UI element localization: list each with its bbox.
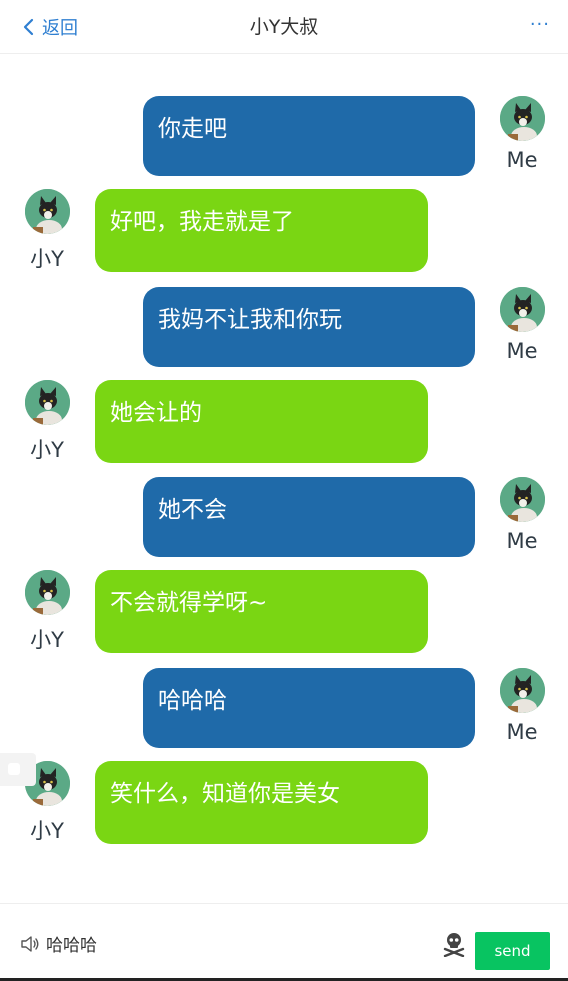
message-bubble: 不会就得学呀~ xyxy=(95,570,428,653)
sender-name: Me xyxy=(506,529,538,553)
message-bubble: 你走吧 xyxy=(143,96,475,176)
cat-avatar-icon xyxy=(500,96,545,141)
sender-name: 小Y xyxy=(30,438,64,462)
sender-name: 小Y xyxy=(30,628,64,652)
avatar[interactable] xyxy=(500,668,545,713)
message-bubble: 哈哈哈 xyxy=(143,668,475,748)
cat-avatar-icon xyxy=(25,380,70,425)
sender-name: Me xyxy=(506,720,538,744)
message-bubble: 她不会 xyxy=(143,477,475,557)
voice-toggle[interactable]: 哈哈哈 xyxy=(20,931,97,956)
input-bar: 哈哈哈 send xyxy=(0,903,568,981)
avatar[interactable] xyxy=(500,477,545,522)
side-drawer-handle[interactable] xyxy=(0,753,36,786)
avatar[interactable] xyxy=(25,189,70,234)
cat-avatar-icon xyxy=(500,668,545,713)
cat-avatar-icon xyxy=(25,570,70,615)
sender-name: Me xyxy=(506,148,538,172)
message-bubble: 笑什么，知道你是美女 xyxy=(95,761,428,844)
message-bubble: 她会让的 xyxy=(95,380,428,463)
more-button[interactable]: ··· xyxy=(530,14,550,35)
cat-avatar-icon xyxy=(500,287,545,332)
sender-name: 小Y xyxy=(30,247,64,271)
message-list[interactable]: 你走吧 Me 小Y 好吧，我走就是了 我妈不让我和你玩 Me 小Y 她会让的 她… xyxy=(0,54,568,902)
avatar[interactable] xyxy=(500,287,545,332)
chat-title: 小Y大叔 xyxy=(249,16,319,38)
avatar[interactable] xyxy=(25,380,70,425)
cat-avatar-icon xyxy=(25,189,70,234)
cat-avatar-icon xyxy=(500,477,545,522)
handle-square xyxy=(8,763,20,775)
avatar[interactable] xyxy=(500,96,545,141)
skull-crossbones-icon xyxy=(443,933,465,958)
emoji-button[interactable] xyxy=(442,931,466,961)
send-button[interactable]: send xyxy=(475,932,550,970)
avatar[interactable] xyxy=(25,570,70,615)
message-input-text[interactable]: 哈哈哈 xyxy=(46,931,97,956)
sender-name: Me xyxy=(506,339,538,363)
message-bubble: 我妈不让我和你玩 xyxy=(143,287,475,367)
message-bubble: 好吧，我走就是了 xyxy=(95,189,428,272)
sender-name: 小Y xyxy=(30,819,64,843)
chat-header: 返回 小Y大叔 ··· xyxy=(0,0,568,54)
speaker-icon xyxy=(21,935,39,952)
